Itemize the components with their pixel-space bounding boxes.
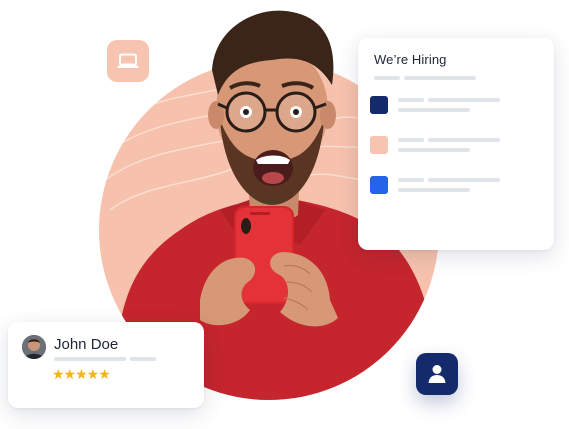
hiring-item-swatch	[370, 136, 388, 154]
hiring-card: We’re Hiring	[358, 38, 554, 250]
laptop-badge	[107, 40, 149, 82]
hiring-card-title: We’re Hiring	[374, 52, 447, 67]
hiring-item-swatch	[370, 96, 388, 114]
hiring-card-subtitle-placeholder	[374, 76, 538, 80]
user-badge	[416, 353, 458, 395]
reviewer-name: John Doe	[54, 336, 119, 353]
review-card: John Doe ★★★★★	[8, 322, 204, 408]
hero-illustration: We’re Hiring John Doe ★★★★★	[0, 0, 569, 429]
review-text-placeholder	[54, 357, 156, 361]
laptop-icon	[117, 53, 139, 68]
hiring-list-item	[370, 176, 500, 194]
avatar	[22, 335, 46, 359]
hiring-list-item	[370, 136, 500, 154]
user-icon	[428, 365, 446, 383]
hiring-list-item	[370, 96, 500, 114]
hiring-item-swatch	[370, 176, 388, 194]
star-rating: ★★★★★	[52, 366, 111, 382]
